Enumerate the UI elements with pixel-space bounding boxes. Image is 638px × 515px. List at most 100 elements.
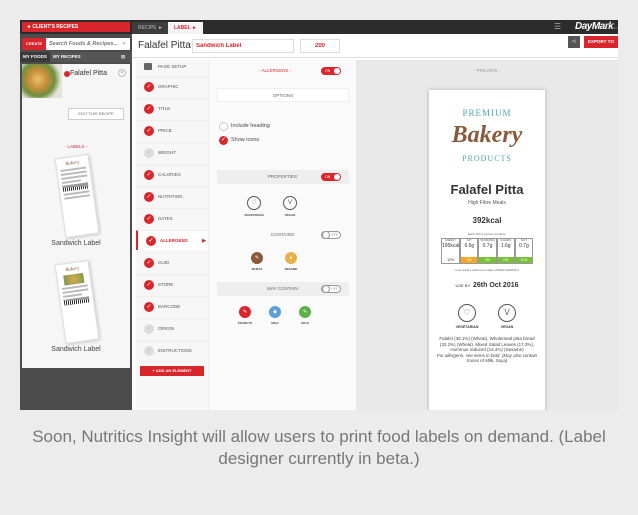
nutrition-percent: 11% [515, 257, 532, 263]
nutrition-value: 1.6g [500, 243, 511, 249]
nutrition-cell: SALT 0.7g 11% [514, 238, 533, 264]
check-icon[interactable]: ✓ [146, 236, 156, 246]
tab-label[interactable]: LABEL ► [168, 22, 203, 34]
label-thumbnail[interactable]: Bakery [54, 260, 100, 344]
close-icon[interactable]: × [118, 69, 126, 77]
preview-panel: - PREVIEW - PREMIUM Bakery PRODUCTS Fala… [356, 60, 618, 410]
label-subtitle: High Fibre Meals [468, 200, 506, 206]
element-item-origin[interactable]: ✓ ORIGIN [136, 318, 208, 338]
nutrition-head: SALT [520, 239, 527, 242]
recipe-image [22, 64, 62, 98]
element-item-graphic[interactable]: ✓ GRAPHIC [136, 76, 208, 96]
menu-icon[interactable]: ☰ [554, 22, 561, 32]
check-icon[interactable]: ✓ [144, 82, 154, 92]
nutrition-value: 6.6g [464, 243, 475, 249]
labels-list: - LABELS - Bakery Sandwich Label Bakery … [22, 138, 130, 368]
section-title: - ALLERGENS - [259, 68, 292, 73]
labels-heading: - LABELS - [64, 144, 88, 149]
element-item-dates[interactable]: ✓ DATES [136, 208, 208, 228]
check-icon[interactable]: ✓ [144, 214, 154, 224]
element-item-price[interactable]: ✓ PRICE [136, 120, 208, 140]
recipe-card[interactable]: Falafel Pitta × EDIT THIS RECIPE [22, 64, 130, 138]
allergens-toggle[interactable]: ON [321, 67, 341, 75]
properties-label: PROPERTIES: [267, 174, 299, 179]
add-element-button[interactable]: + ADD AN ELEMENT [140, 366, 204, 376]
close-icon[interactable]: ✕ [122, 41, 126, 47]
element-item-weight[interactable]: ✓ WEIGHT [136, 142, 208, 162]
label-use-by: USE BY: 26th Oct 2016 [429, 282, 545, 289]
show-icons-label: Show icons [231, 137, 260, 143]
soya-label: SOYA [300, 321, 310, 325]
search-row: CREATE ✕ [20, 38, 132, 50]
soya-icon[interactable]: ✎ [299, 306, 311, 318]
thumb-title: Bakery [65, 266, 80, 274]
element-item-calories[interactable]: ✓ CALORIES [136, 164, 208, 184]
filter-icon[interactable]: ▤ [118, 52, 132, 62]
page-setup-button[interactable]: PAGE SETUP [136, 60, 208, 74]
edit-recipe-button[interactable]: EDIT THIS RECIPE [68, 108, 124, 120]
element-item-label: GUID [158, 260, 170, 265]
vegan-label: VEGAN [500, 325, 514, 329]
vegetarian-icon[interactable]: ♡ [247, 196, 261, 210]
show-icons-checkbox[interactable]: ✓ Show icons [219, 136, 259, 145]
tab-recipe[interactable]: RECIPE ► [132, 22, 169, 34]
clients-recipes-button[interactable]: ◄ CLIENT'S RECIPES [22, 22, 130, 32]
label-name-input[interactable] [192, 39, 294, 53]
nutrition-value: 0.7g [519, 243, 529, 249]
label-products-text: PRODUCTS [462, 154, 512, 163]
element-item-guid[interactable]: ✓ GUID [136, 252, 208, 272]
check-icon[interactable]: ✓ [144, 280, 154, 290]
element-item-label: PRICE [158, 128, 172, 133]
nutrition-head: ENERGY [445, 239, 456, 242]
nutrition-cell: SUGARS 1.6g 2% [496, 238, 515, 264]
element-item-allergens[interactable]: ✓ ALLERGENS ▶ [136, 230, 208, 250]
check-icon[interactable]: ✓ [144, 346, 154, 356]
options-band: OPTIONS [217, 88, 349, 102]
include-heading-checkbox[interactable]: Include heading [219, 122, 270, 131]
label-caption[interactable]: Sandwich Label [22, 240, 130, 247]
search-input[interactable] [46, 38, 130, 50]
properties-panel: - ALLERGENS - ON OPTIONS Include heading… [208, 60, 367, 410]
properties-toggle[interactable]: ON [321, 173, 341, 181]
element-item-label: GRAPHIC [158, 84, 179, 89]
vegan-icon[interactable]: V [283, 196, 297, 210]
check-icon[interactable]: ✓ [144, 324, 154, 334]
label-caption[interactable]: Sandwich Label [22, 346, 130, 353]
element-item-label: WEIGHT [158, 150, 176, 155]
check-icon: ✓ [219, 136, 228, 145]
check-icon[interactable]: ✓ [144, 302, 154, 312]
may-contain-toggle[interactable]: OFF [321, 285, 341, 293]
label-title-bar: Falafel Pitta ⋖ EXPORT TO [132, 34, 618, 58]
peanuts-icon[interactable]: ✎ [239, 306, 251, 318]
milk-icon[interactable]: ◆ [269, 306, 281, 318]
check-icon[interactable]: ✓ [144, 104, 154, 114]
check-icon[interactable]: ✓ [144, 258, 154, 268]
check-icon[interactable]: ✓ [144, 192, 154, 202]
element-item-store[interactable]: ✓ STORE [136, 274, 208, 294]
use-by-date: 26th Oct 2016 [472, 282, 519, 289]
check-icon[interactable]: ✓ [144, 148, 154, 158]
share-icon[interactable]: ⋖ [568, 36, 580, 48]
contains-label: CONTAINS: [270, 232, 296, 237]
export-button[interactable]: EXPORT TO [584, 36, 618, 48]
check-icon[interactable]: ✓ [144, 126, 154, 136]
vegetarian-label: VEGETARIAN [244, 213, 264, 217]
element-item-label: NUTRITION [158, 194, 183, 199]
wheat-icon[interactable]: ✎ [251, 252, 263, 264]
element-item-nutrition[interactable]: ✓ NUTRITION [136, 186, 208, 206]
barcode-icon [63, 296, 91, 306]
label-thumbnail[interactable]: Bakery [54, 154, 100, 238]
element-item-instructions[interactable]: ✓ INSTRUCTIONS [136, 340, 208, 360]
element-item-barcode[interactable]: ✓ BARCODE [136, 296, 208, 316]
sesame-icon[interactable]: ● [285, 252, 297, 264]
check-icon[interactable]: ✓ [144, 170, 154, 180]
nutrition-value: 195kcal [442, 243, 460, 249]
element-item-title[interactable]: ✓ TITLE [136, 98, 208, 118]
element-item-label: CALORIES [158, 172, 181, 177]
tab-my-recipes[interactable]: MY RECIPES [50, 52, 118, 62]
top-bar: ◄ CLIENT'S RECIPES RECIPE ► LABEL ► ☰ Da… [20, 20, 618, 34]
label-size-input[interactable] [300, 39, 340, 53]
tab-my-foods[interactable]: MY FOODS [20, 52, 50, 62]
contains-toggle[interactable]: OFF [321, 231, 341, 239]
create-button[interactable]: CREATE [22, 38, 46, 50]
